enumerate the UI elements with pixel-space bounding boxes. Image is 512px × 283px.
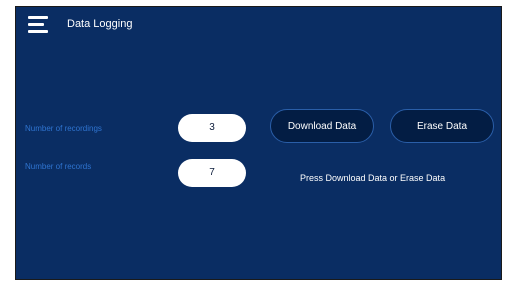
records-count-field[interactable]: 7 xyxy=(178,159,246,187)
records-label: Number of records xyxy=(25,162,92,171)
recordings-label: Number of recordings xyxy=(25,124,102,133)
data-logging-screen: Data Logging Number of recordings 3 Numb… xyxy=(15,6,502,280)
status-message: Press Download Data or Erase Data xyxy=(300,173,446,183)
recordings-count-field[interactable]: 3 xyxy=(178,114,246,142)
page-title: Data Logging xyxy=(67,18,133,30)
erase-data-button[interactable]: Erase Data xyxy=(390,109,494,143)
download-data-button[interactable]: Download Data xyxy=(270,109,374,143)
hamburger-menu-icon[interactable] xyxy=(28,16,48,33)
